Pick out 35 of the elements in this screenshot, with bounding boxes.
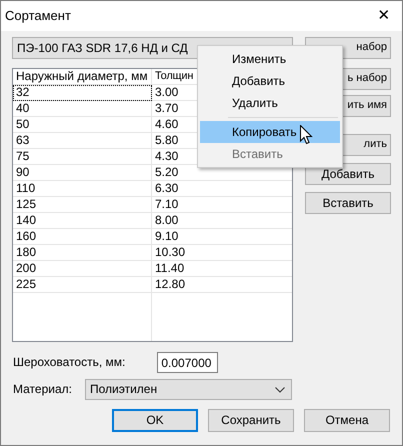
table-cell: 200 bbox=[13, 261, 152, 277]
close-button[interactable]: ✕ bbox=[370, 7, 398, 25]
dialog-button[interactable]: Сохранить bbox=[208, 409, 294, 432]
material-dropdown[interactable]: Полиэтилен bbox=[84, 379, 292, 400]
table-cell: 6.30 bbox=[152, 181, 292, 197]
table-cell: 180 bbox=[13, 245, 152, 261]
table-cell: 12.80 bbox=[152, 277, 292, 293]
table-cell: 8.00 bbox=[152, 213, 292, 229]
table-cell: 225 bbox=[13, 277, 152, 293]
mouse-pointer-icon bbox=[300, 125, 313, 145]
column-header[interactable]: Наружный диаметр, мм bbox=[13, 69, 152, 85]
chevron-down-icon bbox=[274, 386, 285, 392]
roughness-label: Шероховатость, мм: bbox=[13, 355, 126, 370]
menu-item[interactable]: Копировать bbox=[200, 121, 340, 143]
table-cell: 63 bbox=[13, 133, 152, 149]
action-button[interactable]: Вставить bbox=[305, 192, 391, 214]
table-cell: 75 bbox=[13, 149, 152, 165]
action-button[interactable]: Добавить bbox=[305, 163, 391, 185]
table-cell: 11.40 bbox=[152, 261, 292, 277]
table-cell: 7.10 bbox=[152, 197, 292, 213]
window-title: Сортамент bbox=[5, 8, 71, 24]
table-cell: 110 bbox=[13, 181, 152, 197]
material-label: Материал: bbox=[13, 382, 72, 397]
table-cell: 50 bbox=[13, 117, 152, 133]
dialog-button[interactable]: Отмена bbox=[304, 409, 390, 432]
table-cell: 10.30 bbox=[152, 245, 292, 261]
table-cell: 9.10 bbox=[152, 229, 292, 245]
table-cell: 32 bbox=[13, 85, 152, 101]
table-cell: 160 bbox=[13, 229, 152, 245]
table-cell: 125 bbox=[13, 197, 152, 213]
dialog-button[interactable]: OK bbox=[112, 409, 198, 432]
table-cell: 90 bbox=[13, 165, 152, 181]
roughness-field[interactable]: 0.007000 bbox=[157, 352, 218, 373]
table-cell: 40 bbox=[13, 101, 152, 117]
table-cell: 140 bbox=[13, 213, 152, 229]
